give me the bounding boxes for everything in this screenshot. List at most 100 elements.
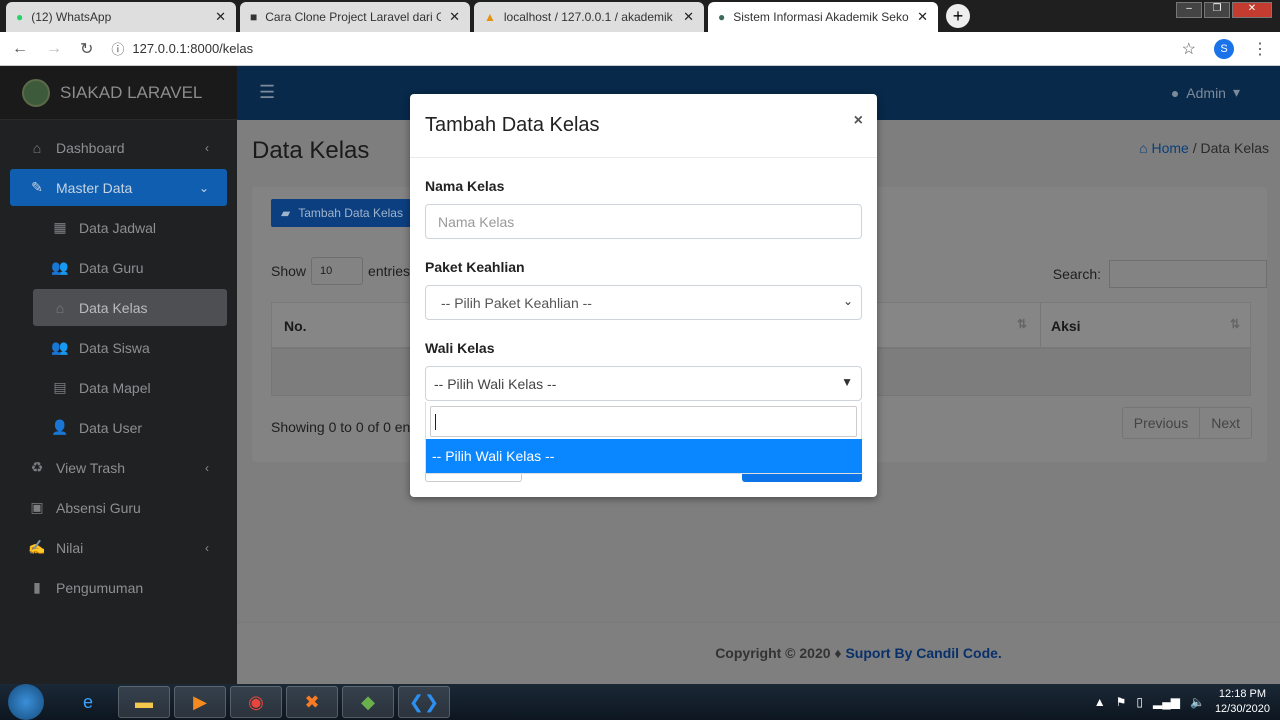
sidebar-item-data-mapel[interactable]: ▤ Data Mapel [33,369,227,406]
clipboard-icon: ▮ [33,579,41,595]
start-button[interactable] [8,684,44,720]
dropdown-search-input[interactable] [430,406,857,437]
recycle-icon: ♻ [30,459,44,475]
reload-icon[interactable]: ↻ [80,39,93,59]
sidebar-item-data-siswa[interactable]: 👥 Data Siswa [33,329,227,366]
user-plus-icon: 👤 [51,419,69,435]
close-button[interactable] [425,474,522,482]
home-icon: ⌂ [55,299,65,316]
close-tab-icon[interactable]: ✕ [215,9,226,25]
sidebar-item-data-kelas[interactable]: ⌂ Data Kelas [33,289,227,326]
caret-down-icon: ▾ [1232,84,1240,100]
sort-icon: ⇅ [1229,317,1240,331]
sidebar-item-dashboard[interactable]: ⌂ Dashboard ‹ [10,129,227,166]
menu-kebab-icon[interactable]: ⋮ [1252,39,1268,59]
sidebar-item-absensi-guru[interactable]: ▣ Absensi Guru [10,489,227,526]
sidebar-item-view-trash[interactable]: ♻ View Trash ‹ [10,449,227,486]
search-input[interactable] [1109,260,1267,288]
close-tab-icon[interactable]: ✕ [917,9,928,25]
sidebar: SIAKAD LARAVEL ⌂ Dashboard ‹ ✎ Master Data ⌄… [0,66,237,684]
sidebar-item-data-jadwal[interactable]: ▦ Data Jadwal [33,209,227,246]
pagination: Previous Next [1121,407,1252,439]
action-center-flag-icon[interactable]: ⚑ [1116,695,1127,709]
previous-button[interactable]: Previous [1123,408,1199,438]
close-tab-icon[interactable]: ✕ [449,9,460,25]
whatsapp-icon: ● [16,10,24,24]
tab-whatsapp[interactable]: ● (12) WhatsApp ✕ [6,2,236,32]
entries-select[interactable]: 10 [311,257,364,285]
battery-icon[interactable]: ▯ [1136,695,1143,709]
tab-phpmyadmin[interactable]: ▲ localhost / 127.0.0.1 / akademik ✕ [474,2,704,32]
next-button[interactable]: Next [1199,408,1251,438]
calendar-icon: ▦ [53,219,67,235]
chevron-left-icon: ‹ [205,460,209,475]
video-icon: ■ [250,10,258,24]
breadcrumb-home[interactable]: ⌂ Home [1139,140,1189,156]
tab-clone-project[interactable]: ■ Cara Clone Project Laravel dari G ✕ [240,2,470,32]
user-menu[interactable]: ● Admin ▾ [1171,84,1240,101]
save-button[interactable] [742,474,862,482]
vscode-icon[interactable]: ❮❯ [398,686,450,718]
paket-keahlian-label: Paket Keahlian [425,259,525,275]
site-icon: ● [718,10,726,24]
column-aksi[interactable]: Aksi [1051,318,1081,334]
sidebar-item-data-user[interactable]: 👤 Data User [33,409,227,446]
modal-title: Tambah Data Kelas [410,94,877,158]
hamburger-menu-icon[interactable]: ☰ [259,82,275,103]
wali-kelas-label: Wali Kelas [425,340,495,356]
maximize-button[interactable]: ❐ [1204,2,1230,18]
dropdown-option[interactable]: -- Pilih Wali Kelas -- [426,439,862,473]
signal-icon[interactable]: ▂▄▆ [1153,695,1180,709]
volume-icon[interactable]: 🔈 [1190,695,1205,709]
profile-avatar[interactable]: S [1214,38,1234,59]
info-icon[interactable]: ⓘ [111,39,124,58]
file-explorer-icon[interactable]: ▬ [118,686,170,718]
sidebar-item-master-data[interactable]: ✎ Master Data ⌄ [10,169,227,206]
back-icon[interactable]: ← [12,40,28,58]
address-bar-row: ← → ↻ ⓘ 127.0.0.1:8000/kelas ☆ S ⋮ [0,32,1280,66]
column-no[interactable]: No. [284,318,307,334]
sort-icon: ⇅ [1017,317,1028,331]
users-icon: 👥 [51,259,69,275]
sidebar-item-nilai[interactable]: ✍ Nilai ‹ [10,529,227,566]
windows-taskbar: e ▬ ▶ ◉ ✖ ◆ ❮❯ ▲ ⚑ ▯ ▂▄▆ 🔈 12:18 PM 12/30… [0,684,1280,720]
folder-plus-icon: ▰ [281,206,291,220]
url-field[interactable]: ⓘ 127.0.0.1:8000/kelas [111,39,253,58]
entries-length: Show 10 entries [271,257,410,285]
internet-explorer-icon[interactable]: e [62,686,114,718]
media-player-icon[interactable]: ▶ [174,686,226,718]
show-hidden-icons[interactable]: ▲ [1094,695,1106,709]
chevron-left-icon: ‹ [205,140,209,155]
paket-keahlian-select[interactable]: -- Pilih Paket Keahlian -- ⌄ [425,285,862,320]
users-icon: 👥 [51,339,69,355]
git-icon[interactable]: ◆ [342,686,394,718]
calendar-check-icon: ▣ [30,499,44,515]
clock[interactable]: 12:18 PM 12/30/2020 [1215,687,1270,717]
forward-icon[interactable]: → [46,40,62,58]
wali-kelas-dropdown: -- Pilih Wali Kelas -- [425,402,862,474]
tab-siakad[interactable]: ● Sistem Informasi Akademik Sekol ✕ [708,2,938,32]
chrome-icon[interactable]: ◉ [230,686,282,718]
sidebar-item-pengumuman[interactable]: ▮ Pengumuman [10,569,227,606]
xampp-icon[interactable]: ✖ [286,686,338,718]
file-signature-icon: ✍ [28,539,46,555]
nama-kelas-input[interactable]: Nama Kelas [425,204,862,239]
close-modal-button[interactable]: × [854,112,863,130]
new-tab-button[interactable]: + [946,4,970,28]
browser-tab-strip: ● (12) WhatsApp ✕ ■ Cara Clone Project Lara… [0,0,1280,32]
footer: Copyright © 2020 ♦ Suport By Candil Code… [237,622,1280,684]
close-window-button[interactable]: ✕ [1232,2,1272,18]
footer-link[interactable]: Suport By Candil Code. [845,645,1001,661]
chevron-left-icon: ‹ [205,540,209,555]
user-circle-icon: ● [1170,84,1180,101]
minimize-button[interactable]: – [1176,2,1202,18]
wali-kelas-select[interactable]: -- Pilih Wali Kelas -- ▼ [425,366,862,401]
home-icon: ⌂ [1139,140,1148,156]
brand[interactable]: SIAKAD LARAVEL [0,66,237,120]
bookmark-star-icon[interactable]: ☆ [1182,39,1196,59]
edit-icon: ✎ [31,179,43,195]
add-kelas-button[interactable]: ▰ Tambah Data Kelas [271,199,411,227]
phpmyadmin-icon: ▲ [484,10,496,24]
close-tab-icon[interactable]: ✕ [683,9,694,25]
sidebar-item-data-guru[interactable]: 👥 Data Guru [33,249,227,286]
